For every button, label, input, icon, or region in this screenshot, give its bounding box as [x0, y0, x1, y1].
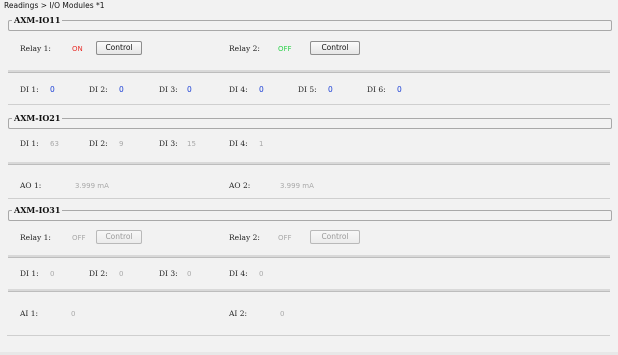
- di-3-value: 0: [187, 270, 192, 278]
- ao-2-value: 3.999 mA: [280, 182, 314, 190]
- di-6-label: DI 6:: [367, 85, 386, 94]
- ao-1-label: AO 1:: [20, 181, 42, 190]
- ai-2-value: 0: [280, 310, 285, 318]
- di-3-label: DI 3:: [159, 269, 178, 278]
- relay-1-state: ON: [72, 45, 83, 53]
- breadcrumb: Readings > I/O Modules *1: [4, 1, 105, 10]
- row-separator: [8, 104, 610, 105]
- di-4-label: DI 4:: [229, 269, 248, 278]
- relay-1-control-button[interactable]: Control: [96, 41, 142, 55]
- di-2-value: 9: [119, 140, 124, 148]
- di-4-value: 1: [259, 140, 264, 148]
- di-1-value: 0: [50, 85, 55, 94]
- row-separator: [8, 198, 610, 199]
- di-3-label: DI 3:: [159, 139, 178, 148]
- di-1-label: DI 1:: [20, 85, 39, 94]
- di-1-label: DI 1:: [20, 139, 39, 148]
- module-header-line: [8, 118, 612, 129]
- relay-2-label: Relay 2:: [229, 44, 260, 53]
- relay-1-label: Relay 1:: [20, 44, 51, 53]
- row-separator: [8, 70, 610, 73]
- di-2-value: 0: [119, 85, 124, 94]
- relay-2-state: OFF: [278, 45, 292, 53]
- ao-1-value: 3.999 mA: [75, 182, 109, 190]
- di-4-value: 0: [259, 270, 264, 278]
- di-4-value: 0: [259, 85, 264, 94]
- ai-1-label: AI 1:: [20, 309, 39, 318]
- module-title: AXM-IO31: [12, 205, 63, 215]
- row-separator: [8, 289, 610, 292]
- di-2-label: DI 2:: [89, 85, 108, 94]
- di-3-value: 15: [187, 140, 196, 148]
- di-1-label: DI 1:: [20, 269, 39, 278]
- row-separator: [8, 162, 610, 165]
- di-2-label: DI 2:: [89, 139, 108, 148]
- di-3-label: DI 3:: [159, 85, 178, 94]
- relay-2-state: OFF: [278, 234, 292, 242]
- di-2-value: 0: [119, 270, 124, 278]
- di-3-value: 0: [187, 85, 192, 94]
- relay-2-control-button[interactable]: Control: [310, 230, 360, 244]
- ao-2-label: AO 2:: [229, 181, 251, 190]
- di-6-value: 0: [397, 85, 402, 94]
- di-1-value: 0: [50, 270, 55, 278]
- di-2-label: DI 2:: [89, 269, 108, 278]
- di-5-value: 0: [328, 85, 333, 94]
- relay-1-control-button[interactable]: Control: [96, 230, 142, 244]
- relay-1-state: OFF: [72, 234, 86, 242]
- ai-1-value: 0: [71, 310, 76, 318]
- di-5-label: DI 5:: [298, 85, 317, 94]
- di-4-label: DI 4:: [229, 139, 248, 148]
- module-header-line: [8, 20, 612, 31]
- module-title: AXM-IO11: [12, 15, 63, 25]
- module-header-line: [8, 210, 612, 221]
- relay-2-label: Relay 2:: [229, 233, 260, 242]
- di-4-label: DI 4:: [229, 85, 248, 94]
- relay-2-control-button[interactable]: Control: [310, 41, 360, 55]
- row-separator: [8, 255, 610, 258]
- ai-2-label: AI 2:: [229, 309, 248, 318]
- relay-1-label: Relay 1:: [20, 233, 51, 242]
- module-title: AXM-IO21: [12, 113, 63, 123]
- di-1-value: 63: [50, 140, 59, 148]
